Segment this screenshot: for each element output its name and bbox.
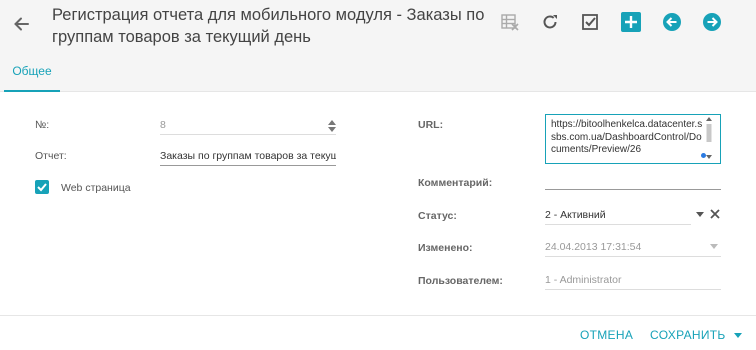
clear-status-icon[interactable]	[709, 207, 721, 219]
user-label: Пользователем:	[418, 275, 503, 287]
refresh-icon[interactable]	[540, 12, 560, 32]
report-field[interactable]: Заказы по группам товаров за текущи	[160, 148, 336, 166]
comment-field[interactable]	[545, 172, 721, 190]
save-options-dropdown-icon[interactable]	[734, 333, 742, 338]
tab-bar: Общее	[0, 52, 756, 92]
comment-label: Комментарий:	[418, 177, 493, 189]
add-icon[interactable]	[621, 12, 641, 32]
url-scrollbar[interactable]	[705, 116, 713, 160]
checklist-icon[interactable]	[580, 12, 600, 32]
cancel-button[interactable]: ОТМЕНА	[580, 328, 633, 342]
header-bar: Регистрация отчета для мобильного модуля…	[0, 0, 756, 52]
modified-dropdown-icon	[710, 244, 718, 249]
page-title: Регистрация отчета для мобильного модуля…	[52, 6, 485, 46]
url-textarea[interactable]: https://bitoolhenkelca.datacenter.ssbs.c…	[545, 114, 721, 164]
status-label: Статус:	[418, 210, 457, 222]
modified-label: Изменено:	[418, 242, 473, 254]
url-label: URL:	[418, 119, 444, 131]
next-icon[interactable]	[702, 12, 722, 32]
status-select[interactable]: 2 - Активний	[545, 207, 691, 225]
web-page-checkbox[interactable]	[35, 180, 49, 194]
back-arrow-icon[interactable]	[12, 14, 32, 34]
footer-bar: ОТМЕНА СОХРАНИТЬ	[0, 315, 756, 350]
number-field[interactable]: 8	[160, 117, 336, 135]
previous-icon[interactable]	[662, 12, 682, 32]
user-field: 1 - Administrator	[545, 272, 721, 290]
modified-field: 24.04.2013 17:31:54	[545, 239, 721, 257]
status-dropdown-icon[interactable]	[696, 212, 704, 217]
number-label: №:	[35, 119, 50, 131]
stepper-icon[interactable]	[328, 120, 336, 134]
save-button[interactable]: СОХРАНИТЬ	[650, 328, 726, 342]
number-value: 8	[160, 119, 166, 131]
tab-general[interactable]: Общее	[4, 52, 60, 92]
resize-dot-icon	[701, 153, 706, 158]
report-label: Отчет:	[35, 150, 67, 162]
web-page-label: Web страница	[61, 182, 131, 194]
excel-grid-icon[interactable]	[500, 12, 520, 32]
